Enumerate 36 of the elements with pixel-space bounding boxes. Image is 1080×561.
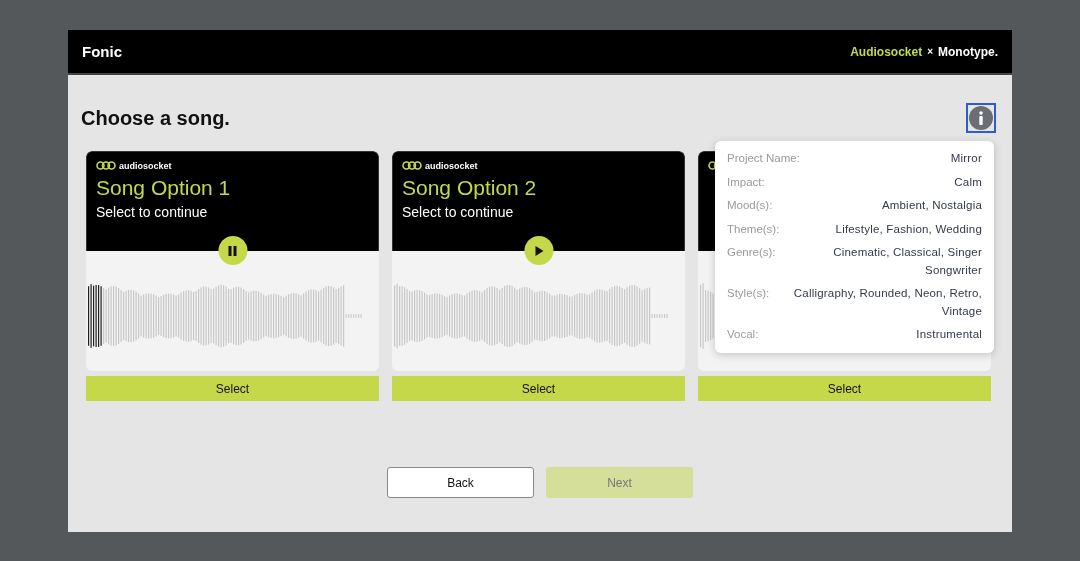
info-value: Calligraphy, Rounded, Neon, Retro, Vintage xyxy=(792,286,982,319)
info-icon xyxy=(969,106,993,130)
info-label: Theme(s): xyxy=(727,221,780,237)
pause-button[interactable] xyxy=(218,236,247,265)
info-button[interactable] xyxy=(966,103,996,133)
song-title: Song Option 2 xyxy=(402,176,538,200)
info-label: Impact: xyxy=(727,174,765,190)
separator-mark: × xyxy=(927,46,933,57)
song-subtitle: Select to continue xyxy=(96,204,209,220)
app-name: Fonic xyxy=(82,43,122,60)
logo-icon xyxy=(402,160,422,171)
logo-text: audiosocket xyxy=(425,160,478,171)
select-button[interactable]: Select xyxy=(392,376,685,401)
brand-name: Monotype. xyxy=(938,44,998,59)
info-label: Mood(s): xyxy=(727,198,773,213)
info-value: Calm xyxy=(954,174,982,190)
back-button[interactable]: Back xyxy=(387,467,534,498)
page-title: Choose a song. xyxy=(81,106,230,130)
info-label: Project Name: xyxy=(727,151,800,166)
info-value: Cinematic, Classical, Singer Songwriter xyxy=(832,245,982,278)
info-value: Ambient, Nostalgia xyxy=(881,198,982,213)
play-button[interactable] xyxy=(524,236,553,265)
song-subtitle: Select to continue xyxy=(402,204,515,220)
info-label: Genre(s): xyxy=(727,245,776,260)
logo-text: audiosocket xyxy=(119,160,172,171)
info-label: Style(s): xyxy=(727,286,770,301)
info-value: Mirror xyxy=(950,151,982,166)
select-button[interactable]: Select xyxy=(698,376,991,401)
info-value: Lifestyle, Fashion, Wedding xyxy=(835,221,982,237)
select-button[interactable]: Select xyxy=(86,376,379,401)
info-value: Instrumental xyxy=(916,327,982,342)
info-label: Vocal: xyxy=(727,327,759,342)
song-title: Song Option 1 xyxy=(96,176,232,200)
partner-name: Audiosocket xyxy=(850,44,923,59)
pause-icon xyxy=(226,244,239,257)
logo-icon xyxy=(96,160,116,171)
